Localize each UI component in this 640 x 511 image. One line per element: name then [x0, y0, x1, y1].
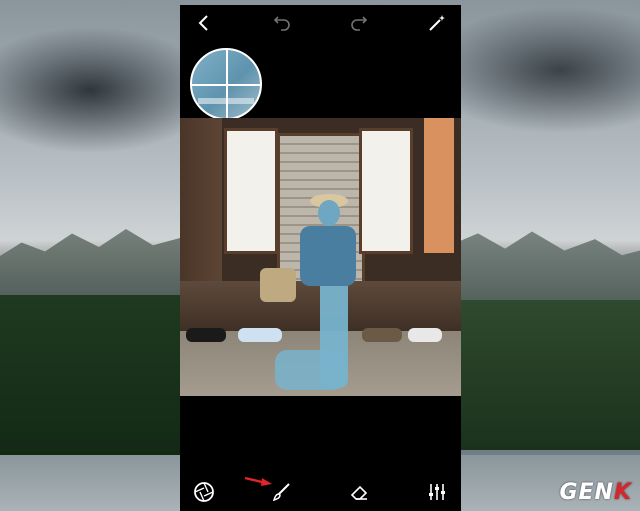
shoes-black: [186, 328, 226, 342]
aperture-icon: [194, 482, 214, 502]
back-button[interactable]: [192, 11, 216, 35]
aperture-button[interactable]: [192, 480, 216, 504]
magic-wand-icon: [429, 15, 445, 31]
undo-icon: [273, 16, 290, 31]
shoes-light-blue: [238, 328, 282, 342]
phone-app: [180, 5, 461, 511]
wooden-wall: [180, 118, 222, 308]
genk-watermark: GENK: [559, 480, 632, 505]
person-torso: [300, 226, 356, 286]
masked-head: [318, 200, 340, 226]
editing-canvas[interactable]: [180, 41, 461, 473]
red-arrow-icon: [244, 476, 272, 486]
edited-photo[interactable]: [180, 118, 461, 396]
shoes-white: [408, 328, 442, 342]
eraser-button[interactable]: [347, 480, 371, 504]
undo-button[interactable]: [270, 11, 294, 35]
straw-bag: [260, 268, 296, 302]
top-toolbar: [180, 5, 461, 41]
mask-stroke: [275, 350, 345, 390]
forest-right: [460, 300, 640, 450]
paper-door-left: [224, 128, 278, 254]
magnifier-loupe: [190, 48, 262, 120]
paper-door-right: [359, 128, 413, 254]
redo-button[interactable]: [347, 11, 371, 35]
magic-wand-button[interactable]: [425, 11, 449, 35]
orange-wall: [424, 118, 454, 253]
loupe-crosshair-vertical: [226, 50, 228, 118]
bottom-toolbar: [180, 473, 461, 511]
adjust-button[interactable]: [425, 480, 449, 504]
redo-icon: [351, 16, 368, 31]
shoes-brown: [362, 328, 402, 342]
sliders-icon: [428, 484, 445, 500]
eraser-icon: [351, 485, 368, 500]
chevron-left-icon: [198, 15, 208, 31]
forest-left: [0, 295, 180, 455]
